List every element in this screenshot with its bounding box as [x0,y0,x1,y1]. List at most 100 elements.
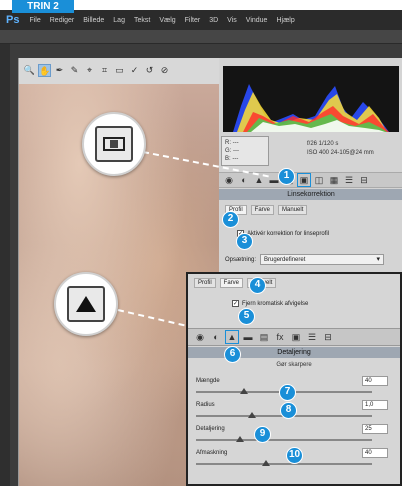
step-badge-2: 2 [222,211,239,228]
lens-bracket-icon [103,137,125,151]
tab-manual[interactable]: Manuelt [278,205,308,215]
menu-select[interactable]: Vælg [159,17,175,24]
overlay-detail-tab-icon[interactable]: ▲ [225,330,239,344]
menu-3d[interactable]: 3D [209,17,218,24]
amount-slider-thumb[interactable] [239,388,248,394]
tab-color[interactable]: Farve [250,205,275,215]
detail-value-field[interactable]: 25 [362,424,388,434]
hand-tool-icon[interactable]: ✋ [38,63,51,77]
overlay-split-toning-tab-icon[interactable]: ▤ [258,331,270,343]
crop-tool-icon[interactable]: ⌗ [98,64,111,77]
basic-tab-icon[interactable]: ◉ [223,174,235,186]
rgb-readout: R: --- G: --- B: --- [221,136,269,166]
step-badge-9: 9 [254,426,271,443]
rgb-value-b: --- [232,156,239,162]
radius-slider-thumb[interactable] [248,412,257,418]
step-badge-6: 6 [224,346,241,363]
setup-dropdown-value: Brugerdefineret [264,257,306,263]
masking-slider-track[interactable] [196,463,372,465]
spot-removal-tool-icon[interactable]: ✓ [128,64,141,77]
rgb-value-g: --- [233,148,240,154]
tone-curve-tab-icon[interactable]: ◐ [238,174,250,186]
overlay-calibration-tab-icon[interactable]: ▣ [290,331,302,343]
overlay-snapshots-tab-icon[interactable]: ⊟ [322,331,334,343]
setup-row: Opsætning: Brugerdefineret ▾ [225,254,385,265]
step-badge-4: 4 [249,277,266,294]
step-badge-5: 5 [238,308,255,325]
histogram-graph [233,84,389,132]
zoom-callout-lens [82,112,146,176]
effects-tab-icon[interactable]: ◫ [313,174,325,186]
detail-label: Detaljering [196,426,225,432]
overlay-effects-tab-icon[interactable]: fx [274,331,286,343]
rotate-tool-icon[interactable]: ↺ [143,64,156,77]
menu-type[interactable]: Tekst [134,17,150,24]
menu-view[interactable]: Vis [227,17,237,24]
snapshots-tab-icon[interactable]: ⊟ [358,174,370,186]
menu-filter[interactable]: Filter [185,17,201,24]
zoom-tool-icon[interactable]: 🔍 [23,64,36,77]
radius-value-field[interactable]: 1,0 [362,400,388,410]
step-badge-1: 1 [278,168,295,185]
menu-help[interactable]: Hjælp [276,17,294,24]
detail-triangle-icon [76,296,96,312]
overlay-basic-tab-icon[interactable]: ◉ [194,331,206,343]
detail-slider-row: Detaljering 25 [196,424,392,448]
step-tab-label: TRIN 2 [12,0,74,13]
redeye-tool-icon[interactable]: ⊘ [158,64,171,77]
lens-corrections-zoom-icon [95,126,133,162]
menu-layer[interactable]: Lag [113,17,125,24]
overlay-presets-tab-icon[interactable]: ☰ [306,331,318,343]
detail-slider-track[interactable] [196,439,372,441]
amount-value-field[interactable]: 40 [362,376,388,386]
camera-info: f/26 1/120 s ISO 400 24-105@24 mm [307,140,374,158]
masking-label: Afmaskning [196,450,228,456]
target-adjust-tool-icon[interactable]: ⌖ [83,64,96,77]
masking-value-field[interactable]: 40 [362,448,388,458]
chromatic-aberration-option: ✓ Fjern kromatisk afvigelse [232,300,308,307]
sharpening-heading: Gør skarpere [276,362,312,368]
amount-label: Mængde [196,378,220,384]
chevron-down-icon: ▾ [376,256,381,263]
overlay-tone-curve-tab-icon[interactable]: ◐ [210,331,222,343]
menu-window[interactable]: Vindue [246,17,268,24]
dialog-toolbar: 🔍 ✋ ✒ ✎ ⌖ ⌗ ▭ ✓ ↺ ⊘ [23,62,171,78]
chromatic-aberration-checkbox[interactable]: ✓ [232,300,239,307]
overlay-tab-profile[interactable]: Profil [194,278,216,288]
menu-image[interactable]: Billede [83,17,104,24]
histogram [223,66,399,132]
zoom-callout-detail [54,272,118,336]
white-balance-tool-icon[interactable]: ✒ [53,64,66,77]
straighten-tool-icon[interactable]: ▭ [113,64,126,77]
rgb-label-r: R: [225,140,231,146]
presets-tab-icon[interactable]: ☰ [343,174,355,186]
panel-tabs-row: ◉ ◐ ▲ ▬ ▤ ▣ ◫ ▦ ☰ ⊟ [219,172,402,188]
setup-label: Opsætning: [225,256,257,263]
overlay-hsl-tab-icon[interactable]: ▬ [242,331,254,343]
rgb-label-b: B: [225,156,231,162]
overlay-panel-tabs-row: ◉ ◐ ▲ ▬ ▤ fx ▣ ☰ ⊟ [188,328,400,346]
exposure-info: f/26 1/120 s [307,141,339,147]
iso-lens-info: ISO 400 24-105@24 mm [307,150,374,156]
overlay-tab-color[interactable]: Farve [219,278,244,288]
masking-slider-thumb[interactable] [262,460,271,466]
camera-calibration-tab-icon[interactable]: ▦ [328,174,340,186]
step-badge-3: 3 [236,233,253,250]
menu-file[interactable]: File [29,17,40,24]
options-bar [0,30,402,44]
detail-zoom-icon [67,286,105,322]
step-badge-8: 8 [280,402,297,419]
lens-corrections-tab-icon[interactable]: ▣ [297,173,311,187]
detail-slider-thumb[interactable] [236,436,244,442]
setup-dropdown[interactable]: Brugerdefineret ▾ [260,254,385,265]
profile-correction-label: Aktivér korrektion for linseprofil [247,230,330,237]
radius-label: Radius [196,402,215,408]
chromatic-aberration-label: Fjern kromatisk afvigelse [242,300,309,307]
rgb-label-g: G: [225,148,232,154]
tools-sidebar [0,44,10,486]
menu-edit[interactable]: Rediger [50,17,75,24]
color-sampler-tool-icon[interactable]: ✎ [68,64,81,77]
overlay-panel-title: Detaljering [188,347,400,358]
menubar: Ps File Rediger Billede Lag Tekst Vælg F… [0,10,402,30]
photoshop-logo: Ps [6,14,20,26]
